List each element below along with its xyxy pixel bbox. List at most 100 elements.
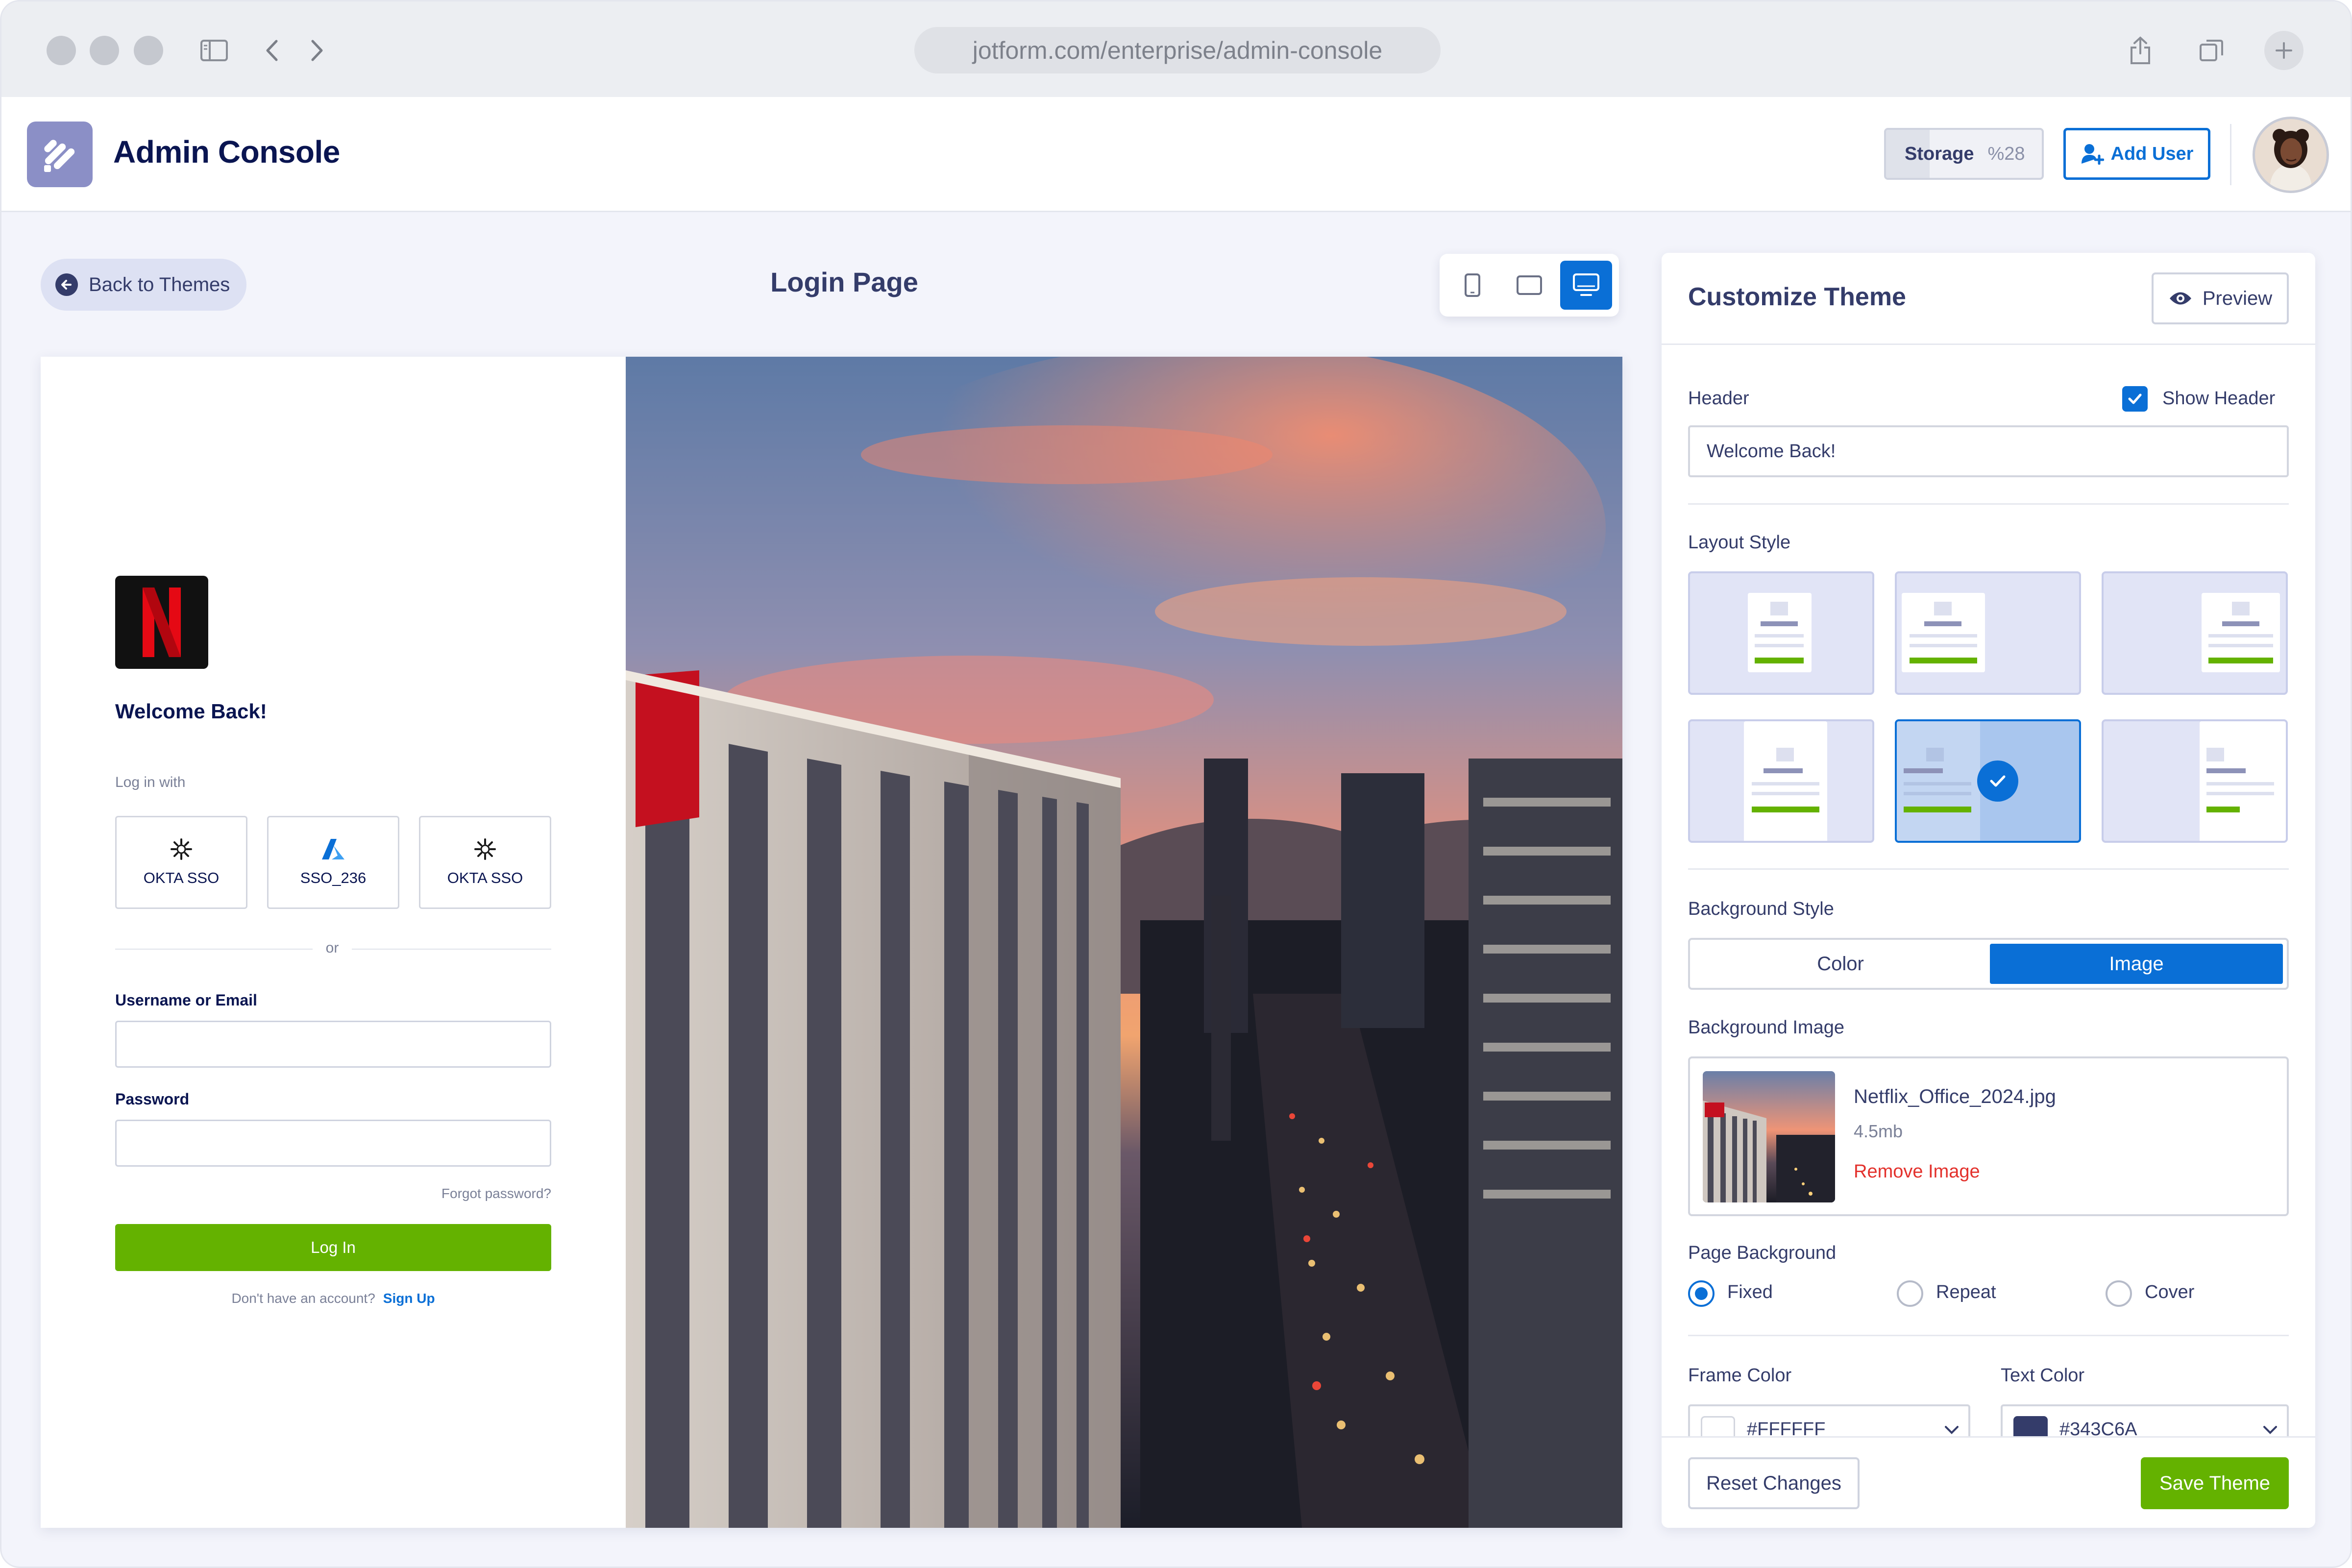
sso-label: OKTA SSO xyxy=(447,869,523,886)
zoom-window-button[interactable] xyxy=(134,36,163,65)
password-input[interactable] xyxy=(115,1120,551,1167)
layout-card xyxy=(1748,593,1812,672)
page-title: Login Page xyxy=(770,267,918,297)
signup-link[interactable]: Sign Up xyxy=(383,1291,435,1306)
layout-option-5[interactable] xyxy=(1895,719,2081,843)
forward-icon[interactable] xyxy=(297,31,337,70)
minimize-window-button[interactable] xyxy=(90,36,119,65)
okta-icon xyxy=(474,838,496,860)
frame-color-label: Frame Color xyxy=(1688,1365,1792,1386)
tabs-icon[interactable] xyxy=(2192,31,2231,70)
section-divider xyxy=(1688,868,2289,870)
file-name: Netflix_Office_2024.jpg xyxy=(1854,1086,2056,1107)
mobile-view-button[interactable] xyxy=(1446,261,1498,310)
storage-label: Storage xyxy=(1905,143,1974,164)
back-icon[interactable] xyxy=(252,31,292,70)
app-header: Admin Console Storage %28 Add User xyxy=(1,97,2351,212)
sso-label: OKTA SSO xyxy=(143,869,220,886)
or-text: or xyxy=(313,940,352,956)
selected-check-icon xyxy=(1977,760,2018,802)
page-background-label: Page Background xyxy=(1688,1243,1837,1263)
remove-image-link[interactable]: Remove Image xyxy=(1854,1161,1980,1182)
panel-header-divider xyxy=(1662,343,2315,345)
layout-card xyxy=(1902,593,1985,672)
netflix-logo xyxy=(115,576,208,669)
storage-percent: %28 xyxy=(1987,143,2025,164)
login-with-label: Log in with xyxy=(115,774,186,790)
layout-option-4[interactable] xyxy=(1688,719,1874,843)
sso-button-okta-2[interactable]: OKTA SSO xyxy=(419,816,551,909)
url-text: jotform.com/enterprise/admin-console xyxy=(972,36,1383,64)
background-image-label: Background Image xyxy=(1688,1017,1844,1038)
background-style-toggle: Color Image xyxy=(1688,938,2289,990)
chevron-down-icon xyxy=(2263,1426,2277,1434)
show-header-checkbox[interactable] xyxy=(2122,386,2148,412)
device-switcher xyxy=(1440,254,1619,317)
sso-button-okta[interactable]: OKTA SSO xyxy=(115,816,247,909)
login-button[interactable]: Log In xyxy=(115,1224,551,1271)
header-divider xyxy=(2230,124,2231,185)
login-page-preview: Welcome Back! Log in with OKTA SSO SSO_2… xyxy=(41,357,1622,1528)
reset-changes-button[interactable]: Reset Changes xyxy=(1688,1457,1860,1509)
username-input[interactable] xyxy=(115,1021,551,1068)
page-bg-repeat-label: Repeat xyxy=(1936,1282,1996,1302)
back-to-themes-label: Back to Themes xyxy=(89,273,230,295)
background-style-label: Background Style xyxy=(1688,899,1834,919)
layout-option-6[interactable] xyxy=(2102,719,2288,843)
sso-button-azure[interactable]: SSO_236 xyxy=(267,816,399,909)
layout-card xyxy=(1744,721,1827,841)
header-text-input[interactable]: Welcome Back! xyxy=(1688,425,2289,477)
storage-indicator[interactable]: Storage %28 xyxy=(1884,128,2044,180)
sidebar-icon[interactable] xyxy=(195,31,234,70)
check-icon xyxy=(2128,393,2142,404)
forgot-password-link[interactable]: Forgot password? xyxy=(384,1186,551,1201)
panel-footer: Reset Changes Save Theme xyxy=(1662,1436,2315,1528)
section-divider xyxy=(1688,1335,2289,1336)
preview-button[interactable]: Preview xyxy=(2152,272,2289,324)
share-icon[interactable] xyxy=(2121,31,2160,70)
browser-toolbar: jotform.com/enterprise/admin-console xyxy=(1,1,2351,97)
new-tab-icon[interactable] xyxy=(2264,31,2303,70)
address-bar[interactable]: jotform.com/enterprise/admin-console xyxy=(914,27,1441,74)
sso-label: SSO_236 xyxy=(300,869,367,886)
layout-option-2[interactable] xyxy=(1895,571,2081,695)
header-label: Header xyxy=(1688,388,1749,409)
background-image-card: Netflix_Office_2024.jpg 4.5mb Remove Ima… xyxy=(1688,1056,2289,1216)
jotform-logo[interactable] xyxy=(27,122,93,187)
page-bg-fixed-label: Fixed xyxy=(1727,1282,1773,1302)
add-user-button[interactable]: Add User xyxy=(2063,128,2210,180)
preview-welcome-heading: Welcome Back! xyxy=(115,700,267,723)
layout-card xyxy=(2202,593,2280,672)
background-style-color[interactable]: Color xyxy=(1694,944,1987,984)
background-style-image[interactable]: Image xyxy=(1990,944,2283,984)
no-account-text: Don't have an account? xyxy=(231,1291,375,1306)
page-bg-cover-radio[interactable] xyxy=(2106,1280,2132,1307)
desktop-view-button[interactable] xyxy=(1560,261,1612,310)
layout-card xyxy=(2200,721,2286,841)
password-label: Password xyxy=(115,1090,190,1108)
layout-card xyxy=(1897,721,1980,841)
page-bg-cover-label: Cover xyxy=(2145,1282,2195,1302)
browser-window: jotform.com/enterprise/admin-console Adm… xyxy=(0,0,2352,1568)
header-text-value: Welcome Back! xyxy=(1707,441,1836,462)
layout-option-3[interactable] xyxy=(2102,571,2288,695)
back-to-themes-button[interactable]: Back to Themes xyxy=(41,259,246,311)
background-image xyxy=(626,357,1622,1528)
page-bg-fixed-radio[interactable] xyxy=(1688,1280,1715,1307)
close-window-button[interactable] xyxy=(47,36,76,65)
panel-title: Customize Theme xyxy=(1688,283,1906,311)
tablet-view-button[interactable] xyxy=(1503,261,1555,310)
save-theme-button[interactable]: Save Theme xyxy=(2141,1457,2289,1509)
okta-icon xyxy=(171,838,192,860)
file-size: 4.5mb xyxy=(1854,1121,1903,1141)
mobile-icon xyxy=(1465,273,1480,297)
section-divider xyxy=(1688,503,2289,505)
user-avatar[interactable] xyxy=(2253,117,2329,193)
layout-option-1[interactable] xyxy=(1688,571,1874,695)
background-image-thumbnail xyxy=(1703,1071,1835,1202)
add-user-label: Add User xyxy=(2110,143,2194,164)
customize-theme-panel: Customize Theme Preview Header Show Head… xyxy=(1662,253,2315,1528)
add-user-icon xyxy=(2081,144,2104,165)
signup-prompt: Don't have an account? Sign Up xyxy=(115,1291,551,1306)
page-bg-repeat-radio[interactable] xyxy=(1897,1280,1923,1307)
